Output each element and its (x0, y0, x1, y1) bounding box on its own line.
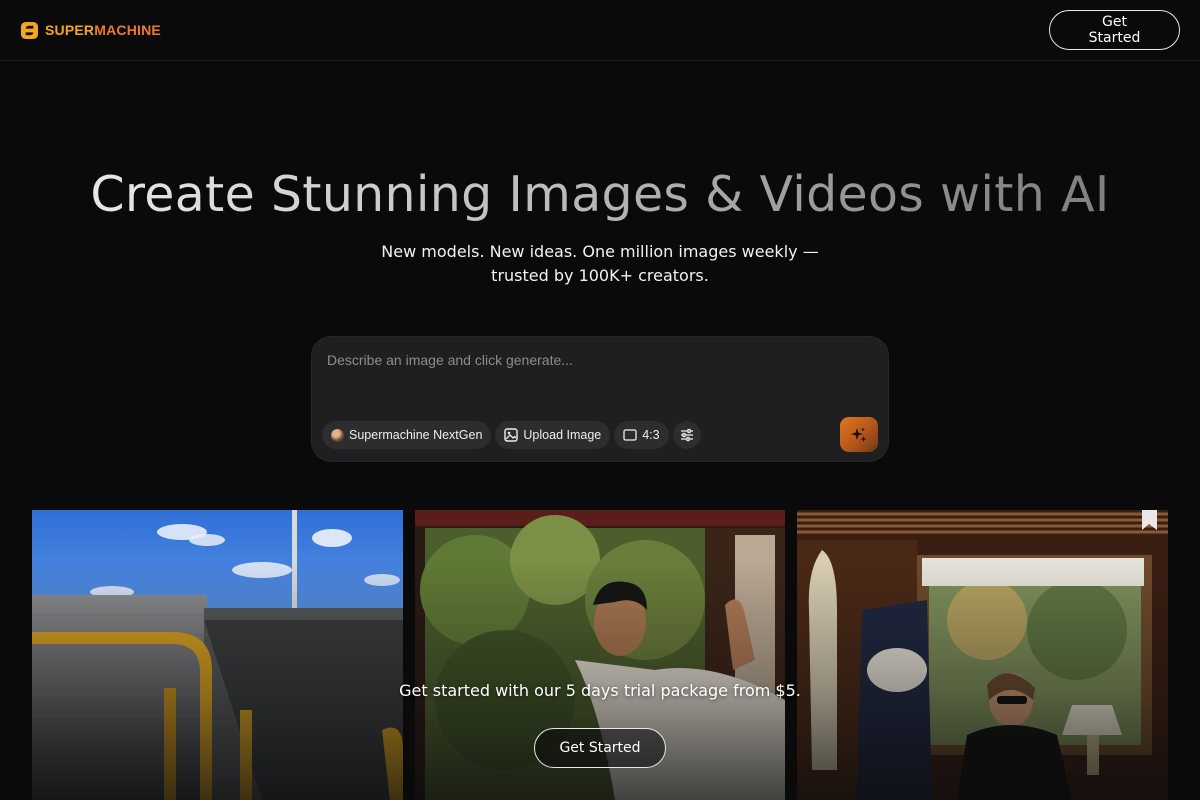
prompt-input[interactable] (327, 349, 867, 371)
top-navigation-bar: SUPERMACHINE Get Started (0, 0, 1200, 61)
hero-subtitle: New models. New ideas. One million image… (381, 242, 819, 285)
prompt-options: Supermachine NextGen Upload Image 4:3 (322, 421, 701, 449)
upload-image-label: Upload Image (523, 428, 602, 442)
brand-name: SUPERMACHINE (45, 22, 161, 38)
model-selector-button[interactable]: Supermachine NextGen (322, 421, 492, 449)
supermachine-logo-icon (20, 21, 39, 39)
trial-offer-text: Get started with our 5 days trial packag… (399, 681, 801, 700)
gallery-image-train-cabin[interactable] (797, 510, 1168, 800)
header-get-started-button[interactable]: Get Started (1049, 10, 1180, 50)
prompt-composer: Supermachine NextGen Upload Image 4:3 (311, 336, 889, 462)
generate-button[interactable] (840, 417, 878, 452)
model-avatar-icon (331, 428, 344, 442)
aspect-ratio-label: 4:3 (642, 428, 660, 442)
image-icon (504, 428, 519, 442)
trial-get-started-button[interactable]: Get Started (534, 728, 666, 768)
upload-image-button[interactable]: Upload Image (495, 421, 611, 449)
brand-name-machine: MACHINE (94, 22, 161, 38)
advanced-settings-button[interactable] (672, 421, 701, 449)
brand-logo-link[interactable]: SUPERMACHINE (20, 21, 161, 40)
rooftop-photo (32, 510, 403, 800)
aspect-ratio-button[interactable]: 4:3 (614, 421, 669, 449)
sliders-icon (680, 428, 693, 442)
sparkle-icon (851, 427, 867, 442)
model-selector-label: Supermachine NextGen (349, 428, 483, 442)
gallery-image-rooftop[interactable] (32, 510, 403, 800)
brand-name-super: SUPER (45, 22, 95, 38)
hero-title: Create Stunning Images & Videos with AI (0, 166, 1200, 223)
aspect-ratio-icon (623, 429, 637, 441)
train-cabin-photo (797, 510, 1168, 800)
